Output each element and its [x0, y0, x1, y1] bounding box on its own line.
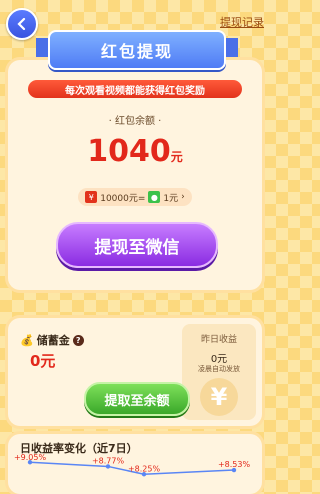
page-title: 红包提现	[36, 30, 238, 70]
auto-payout-note: 凌晨自动发放	[198, 365, 240, 373]
yuan-coin-icon: ¥	[200, 378, 238, 416]
savings-amount: 0元	[30, 352, 56, 370]
balance-unit: 元	[170, 150, 183, 164]
back-button[interactable]	[6, 8, 38, 40]
yesterday-label: 昨日收益	[200, 335, 237, 345]
yesterday-amount: 0元	[210, 354, 228, 365]
data-label: +9.05%	[14, 453, 47, 462]
savings-label: 储蓄金	[36, 334, 70, 347]
help-icon[interactable]: ?	[72, 334, 84, 346]
balance-label: · 红包余额 ·	[108, 116, 162, 127]
exchange-cash: 1元	[163, 193, 179, 204]
balance-number: 1040	[87, 134, 171, 169]
exchange-coins: 10000元=	[100, 193, 146, 204]
reward-notice: 每次观看视频都能获得红包奖励	[28, 80, 242, 98]
data-label: +8.53%	[218, 460, 251, 469]
withdraw-to-balance-button[interactable]: 提取至余额	[84, 382, 190, 416]
data-label: +8.77%	[92, 456, 125, 465]
data-label: +8.25%	[128, 464, 161, 473]
money-bag-icon: 💰	[20, 333, 34, 347]
withdraw-to-wechat-button[interactable]: 提现至微信	[56, 222, 218, 268]
red-packet-icon: ¥	[85, 191, 98, 203]
earnings-line-chart: +9.05% +8.77%+8.25% +8.53%	[14, 453, 251, 477]
chevron-right-icon: ›	[181, 192, 185, 202]
savings-title: 💰 储蓄金 ?	[20, 332, 84, 348]
exchange-rate-pill[interactable]: ¥ 10000元= ● 1元 ›	[78, 188, 192, 206]
wechat-icon: ●	[148, 191, 161, 203]
chevron-left-icon	[17, 18, 26, 30]
withdraw-record-link[interactable]: 提现记录	[220, 14, 264, 30]
balance-amount: 1040元	[0, 134, 270, 169]
